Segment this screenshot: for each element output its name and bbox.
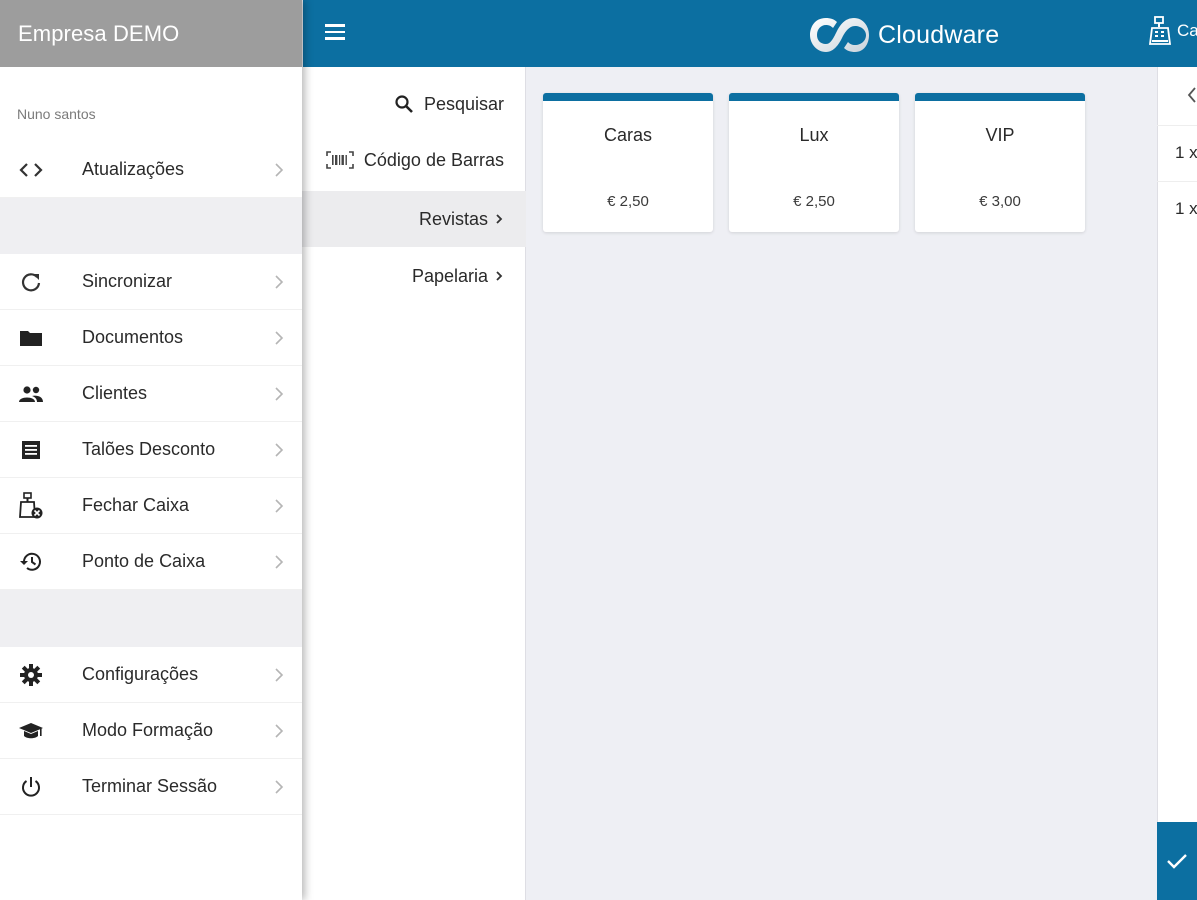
sidebar: Empresa DEMO Nuno santos Atualizações Si… (0, 0, 302, 900)
chevron-right-icon (275, 331, 284, 345)
menu-divider (0, 198, 302, 254)
chevron-right-icon (275, 780, 284, 794)
top-bar: Cloudware Ca (303, 0, 1197, 67)
category-label: Pesquisar (423, 93, 504, 114)
chevron-right-icon (275, 275, 284, 289)
gear-icon (18, 663, 44, 687)
search-icon (394, 94, 414, 114)
register-button[interactable]: Ca (1149, 16, 1197, 46)
sidebar-item-label: Ponto de Caixa (82, 551, 206, 571)
sidebar-item-label: Terminar Sessão (82, 776, 218, 796)
sidebar-item-clientes[interactable]: Clientes (0, 366, 302, 422)
category-codigo-de-barras[interactable]: Código de Barras (302, 132, 526, 188)
cart-line[interactable]: 1 x (1157, 181, 1197, 237)
sidebar-item-label: Clientes (82, 383, 148, 403)
sidebar-item-configuracoes[interactable]: Configurações (0, 647, 302, 703)
brand-logo: Cloudware (808, 14, 999, 56)
user-name: Nuno santos (17, 106, 96, 122)
confirm-button[interactable] (1157, 822, 1197, 900)
sidebar-item-fechar-caixa[interactable]: Fechar Caixa (0, 478, 302, 534)
folder-icon (18, 326, 44, 350)
sidebar-item-label: Sincronizar (82, 271, 173, 291)
register-label: Ca (1177, 21, 1197, 40)
sidebar-item-label: Documentos (82, 327, 184, 347)
menu-button[interactable] (321, 20, 351, 48)
product-card-lux[interactable]: Lux € 2,50 (729, 93, 899, 232)
cash-register-icon (1149, 16, 1171, 45)
chevron-right-icon (494, 212, 504, 226)
list-icon (18, 438, 44, 462)
category-label: Papelaria (411, 265, 488, 286)
sidebar-item-taloes-desconto[interactable]: Talões Desconto (0, 422, 302, 478)
check-icon (1167, 854, 1187, 869)
sidebar-item-label: Configurações (82, 664, 199, 684)
cloudware-logo-icon (810, 18, 869, 52)
category-label: Revistas (418, 208, 488, 229)
product-price: € 2,50 (793, 193, 835, 210)
category-label: Código de Barras (363, 149, 504, 170)
sidebar-item-terminar-sessao[interactable]: Terminar Sessão (0, 759, 302, 815)
chevron-right-icon (275, 499, 284, 513)
cart-line[interactable]: 1 x (1157, 125, 1197, 181)
sidebar-item-label: Modo Formação (82, 720, 214, 740)
chevron-right-icon (275, 668, 284, 682)
sidebar-item-ponto-de-caixa[interactable]: Ponto de Caixa (0, 534, 302, 590)
chevron-right-icon (275, 163, 284, 177)
chevron-left-icon[interactable] (1186, 86, 1197, 104)
sidebar-item-label: Atualizações (82, 159, 185, 179)
register-close-icon (18, 492, 44, 519)
category-papelaria[interactable]: Papelaria (302, 248, 526, 304)
graduation-cap-icon (18, 719, 44, 743)
product-card-caras[interactable]: Caras € 2,50 (543, 93, 713, 232)
logo-text: Cloudware (878, 20, 1000, 49)
people-icon (18, 382, 44, 406)
refresh-icon (18, 270, 44, 294)
sidebar-item-documentos[interactable]: Documentos (0, 310, 302, 366)
chevron-right-icon (275, 724, 284, 738)
category-panel: Pesquisar Código de Barras Revistas Pape… (302, 67, 526, 900)
product-name: VIP (985, 125, 1015, 145)
product-name: Caras (603, 125, 652, 145)
company-name: Empresa DEMO (0, 0, 302, 67)
sidebar-item-label: Talões Desconto (82, 439, 216, 459)
product-price: € 3,00 (979, 193, 1021, 210)
sidebar-item-sincronizar[interactable]: Sincronizar (0, 254, 302, 310)
product-card-vip[interactable]: VIP € 3,00 (915, 93, 1085, 232)
power-icon (18, 775, 44, 799)
sidebar-item-atualizacoes[interactable]: Atualizações (0, 142, 302, 198)
sidebar-item-modo-formacao[interactable]: Modo Formação (0, 703, 302, 759)
history-icon (18, 550, 44, 574)
code-icon (18, 158, 44, 182)
chevron-right-icon (494, 269, 504, 283)
product-name: Lux (799, 125, 829, 145)
category-pesquisar[interactable]: Pesquisar (302, 76, 526, 132)
chevron-right-icon (275, 555, 284, 569)
sidebar-item-label: Fechar Caixa (82, 495, 190, 515)
category-revistas[interactable]: Revistas (302, 191, 526, 247)
chevron-right-icon (275, 387, 284, 401)
barcode-icon (326, 151, 354, 169)
chevron-right-icon (275, 443, 284, 457)
product-price: € 2,50 (607, 193, 649, 210)
menu-divider (0, 590, 302, 647)
hamburger-icon (325, 24, 345, 27)
